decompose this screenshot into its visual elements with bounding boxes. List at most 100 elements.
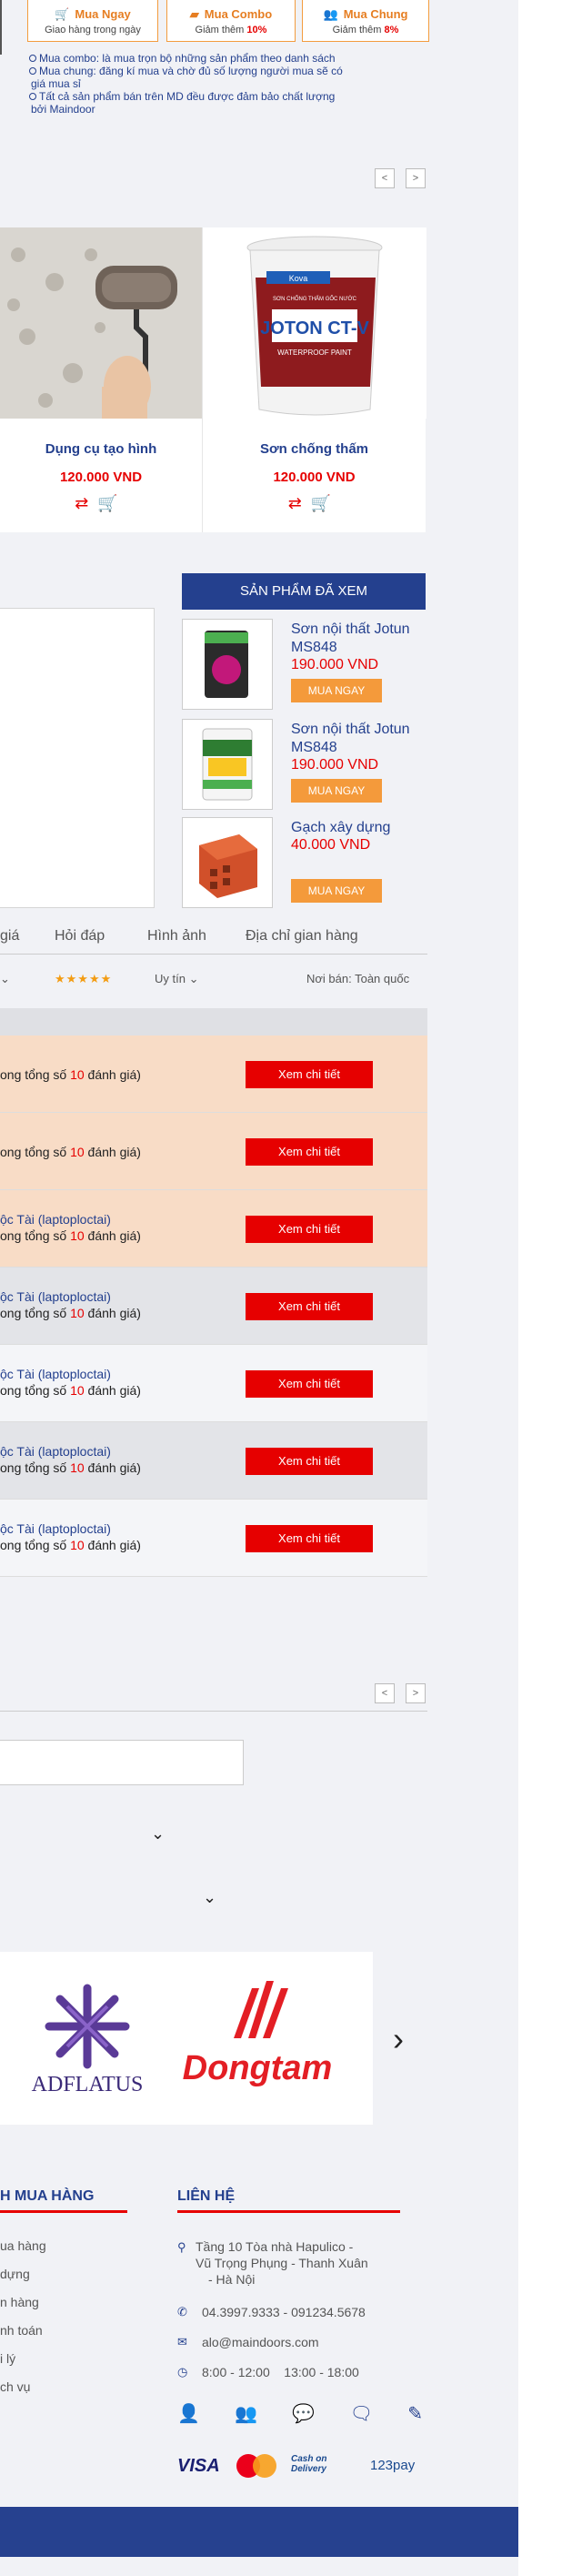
paint-bucket-image: Kova SƠN CHỐNG THẤM GỐC NƯỚC JOTON CT-V … bbox=[203, 227, 426, 419]
chat-icon[interactable]: 💬 bbox=[292, 2402, 315, 2425]
product-card[interactable]: Dụng cụ tạo hình 120.000 VND ⇄🛒 bbox=[0, 227, 202, 532]
footer-email[interactable]: alo@maindoors.com bbox=[202, 2334, 319, 2350]
circle-icon bbox=[29, 93, 36, 100]
compare-icon[interactable]: ⇄ bbox=[288, 494, 311, 512]
comments-icon[interactable]: 🗨 bbox=[350, 2402, 373, 2425]
svg-text:JOTON CT-V: JOTON CT-V bbox=[260, 318, 369, 338]
buy-now-button[interactable]: MUA NGAY bbox=[291, 879, 382, 903]
brand-carousel: ADFLATUS Dongtam bbox=[0, 1952, 373, 2125]
review-count: ong tổng số 10 đánh giá) bbox=[0, 1383, 141, 1398]
review-count: ong tổng số 10 đánh giá) bbox=[0, 1538, 141, 1552]
buy-now-button[interactable]: MUA NGAY bbox=[291, 779, 382, 803]
buy-notes: Mua combo: là mua trọn bộ những sản phẩm… bbox=[29, 52, 343, 116]
footer-link[interactable]: i lý bbox=[0, 2351, 15, 2366]
review-row: ong tổng số 10 đánh giá) Xem chi tiết bbox=[0, 1113, 427, 1190]
left-edge-line bbox=[0, 0, 2, 55]
next-arrow-button[interactable]: > bbox=[406, 168, 426, 188]
prev-arrow-button[interactable]: < bbox=[375, 1683, 395, 1703]
123pay-logo: 123pay bbox=[370, 2458, 416, 2473]
users-icon[interactable]: 👥 bbox=[235, 2402, 257, 2425]
chevron-down-icon[interactable]: ⌄ bbox=[151, 1824, 165, 1844]
tab-price[interactable]: giá bbox=[0, 928, 19, 945]
phone-icon: ✆ bbox=[177, 2305, 187, 2318]
svg-text:Kova: Kova bbox=[289, 274, 308, 283]
dongtam-logo bbox=[234, 1981, 288, 2038]
svg-text:WATERPROOF PAINT: WATERPROOF PAINT bbox=[277, 349, 352, 357]
roller-tool-image bbox=[0, 227, 202, 419]
footer-bar bbox=[0, 2507, 518, 2557]
viewed-products-title: SẢN PHẨM ĐÃ XEM bbox=[182, 573, 426, 610]
email-icon: ✉ bbox=[177, 2335, 187, 2349]
sort-dropdown[interactable]: Uy tín ⌄ bbox=[155, 972, 198, 986]
tab-images[interactable]: Hình ảnh bbox=[147, 928, 206, 945]
cart-icon[interactable]: 🛒 bbox=[311, 494, 340, 512]
footer-address: Tầng 10 Tòa nhà Hapulico - Vũ Trọng Phụn… bbox=[196, 2239, 368, 2287]
review-row: ộc Tài (laptoploctai) ong tổng số 10 đánh… bbox=[0, 1500, 427, 1577]
review-author[interactable]: ộc Tài (laptoploctai) bbox=[0, 1444, 111, 1459]
buy-now-button[interactable]: 🛒 Mua Ngay Giao hàng trong ngày bbox=[27, 0, 158, 42]
group-icon: 👥 bbox=[323, 7, 338, 21]
footer-hours: 8:00 - 12:00 13:00 - 18:00 bbox=[202, 2365, 359, 2379]
viewed-item[interactable]: Gạch xây dựng 40.000 VND MUA NGAY bbox=[182, 817, 426, 908]
tab-qa[interactable]: Hỏi đáp bbox=[55, 928, 105, 945]
review-author[interactable]: ộc Tài (laptoploctai) bbox=[0, 1521, 111, 1536]
review-author[interactable]: ộc Tài (laptoploctai) bbox=[0, 1367, 111, 1381]
payment-methods: VISA Cash on Delivery 123pay bbox=[177, 2452, 432, 2480]
location-icon: ⚲ bbox=[177, 2240, 186, 2254]
review-count: ong tổng số 10 đánh giá) bbox=[0, 1067, 141, 1082]
footer-link[interactable]: ch vụ bbox=[0, 2379, 30, 2394]
user-icon[interactable]: 👤 bbox=[177, 2402, 200, 2425]
footer-link[interactable]: nh toán bbox=[0, 2323, 43, 2338]
footer-col-title: H MUA HÀNG bbox=[0, 2188, 127, 2213]
footer-link[interactable]: n hàng bbox=[0, 2295, 39, 2309]
star-rating-filter[interactable]: ★★★★★ bbox=[55, 972, 112, 986]
product-card[interactable]: Kova SƠN CHỐNG THẤM GỐC NƯỚC JOTON CT-V … bbox=[202, 227, 426, 532]
divider bbox=[0, 1711, 427, 1712]
circle-icon bbox=[29, 55, 36, 62]
review-row: ộc Tài (laptoploctai) ong tổng số 10 đánh… bbox=[0, 1345, 427, 1422]
tab-store-address[interactable]: Địa chỉ gian hàng bbox=[246, 928, 358, 945]
filter-dropdown[interactable]: ⌄ bbox=[0, 972, 10, 986]
footer-phone: 04.3997.9333 - 091234.5678 bbox=[202, 2305, 366, 2319]
viewed-item[interactable]: Sơn nội thất Jotun MS848 190.000 VND MUA… bbox=[182, 719, 426, 810]
cart-icon[interactable]: 🛒 bbox=[97, 494, 126, 512]
review-count: ong tổng số 10 đánh giá) bbox=[0, 1228, 141, 1243]
buy-combo-button[interactable]: ▰ Mua Combo Giảm thêm 10% bbox=[166, 0, 296, 42]
edit-icon[interactable]: ✎ bbox=[407, 2402, 423, 2425]
clock-icon: ◷ bbox=[177, 2365, 188, 2379]
next-arrow-button[interactable]: > bbox=[406, 1683, 426, 1703]
view-detail-button[interactable]: Xem chi tiết bbox=[246, 1370, 373, 1398]
view-detail-button[interactable]: Xem chi tiết bbox=[246, 1293, 373, 1320]
chevron-down-icon[interactable]: ⌄ bbox=[203, 1888, 216, 1907]
footer-link[interactable]: ua hàng bbox=[0, 2238, 46, 2253]
view-detail-button[interactable]: Xem chi tiết bbox=[246, 1216, 373, 1243]
review-author[interactable]: ộc Tài (laptoploctai) bbox=[0, 1289, 111, 1304]
view-detail-button[interactable]: Xem chi tiết bbox=[246, 1061, 373, 1088]
viewed-item[interactable]: Sơn nội thất Jotun MS848 190.000 VND MUA… bbox=[182, 619, 426, 710]
paint-can-thumbnail bbox=[182, 719, 273, 810]
circle-icon bbox=[29, 67, 36, 75]
buy-now-button[interactable]: MUA NGAY bbox=[291, 679, 382, 702]
footer-contact-title: LIÊN HỆ bbox=[177, 2188, 400, 2213]
prev-arrow-button[interactable]: < bbox=[375, 168, 395, 188]
view-detail-button[interactable]: Xem chi tiết bbox=[246, 1525, 373, 1552]
social-icons: 👤 👥 💬 🗨 ✎ bbox=[177, 2402, 423, 2425]
review-author[interactable]: ộc Tài (laptoploctai) bbox=[0, 1212, 111, 1227]
buy-group-button[interactable]: 👥 Mua Chung Giảm thêm 8% bbox=[302, 0, 429, 42]
paint-can-thumbnail bbox=[182, 619, 273, 710]
folder-icon: ▰ bbox=[189, 7, 199, 21]
review-row: ộc Tài (laptoploctai) ong tổng số 10 đánh… bbox=[0, 1190, 427, 1268]
cart-icon: 🛒 bbox=[55, 7, 70, 21]
svg-text:ADFLATUS: ADFLATUS bbox=[32, 2073, 144, 2096]
view-detail-button[interactable]: Xem chi tiết bbox=[246, 1138, 373, 1166]
review-count: ong tổng số 10 đánh giá) bbox=[0, 1306, 141, 1320]
footer-link[interactable]: dựng bbox=[0, 2267, 30, 2281]
carousel-next-arrow[interactable]: › bbox=[393, 2020, 404, 2058]
compare-icon[interactable]: ⇄ bbox=[75, 494, 97, 512]
view-detail-button[interactable]: Xem chi tiết bbox=[246, 1448, 373, 1475]
reviews-header bbox=[0, 1008, 427, 1035]
comment-input[interactable] bbox=[0, 1740, 244, 1785]
location-filter[interactable]: Nơi bán: Toàn quốc bbox=[306, 972, 409, 985]
review-row: ong tổng số 10 đánh giá) Xem chi tiết bbox=[0, 1035, 427, 1113]
review-row: ộc Tài (laptoploctai) ong tổng số 10 đánh… bbox=[0, 1268, 427, 1345]
